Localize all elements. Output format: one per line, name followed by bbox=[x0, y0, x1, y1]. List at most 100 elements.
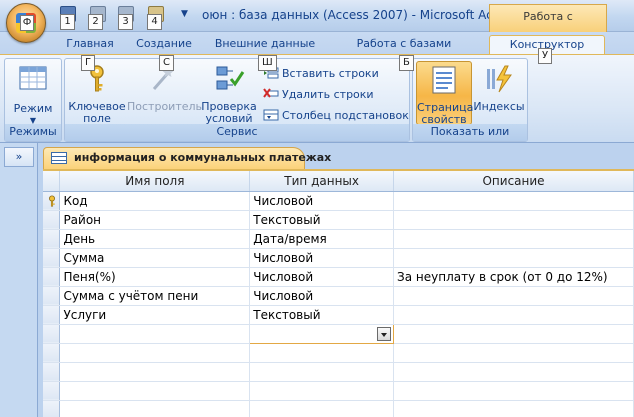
data-type-cell[interactable] bbox=[249, 381, 395, 401]
group-service-label: Сервис bbox=[65, 124, 409, 141]
data-type-cell[interactable] bbox=[249, 323, 395, 344]
data-type-cell[interactable]: Числовой bbox=[249, 267, 395, 287]
insert-rows-button[interactable]: Вставить строки bbox=[263, 65, 379, 83]
description-cell[interactable] bbox=[393, 400, 634, 417]
column-header-data-type[interactable]: Тип данных bbox=[249, 171, 395, 192]
primary-key-button[interactable]: Ключевое поле bbox=[67, 61, 127, 125]
office-button[interactable]: Ф bbox=[6, 3, 46, 43]
validation-rules-icon bbox=[213, 63, 245, 95]
group-service: Ключевое поле Г Построитель С Проверка у… bbox=[64, 55, 410, 142]
table-row[interactable] bbox=[43, 362, 634, 382]
field-name-cell[interactable]: Код bbox=[59, 191, 251, 211]
data-type-cell[interactable] bbox=[249, 362, 395, 382]
tab-external-data[interactable]: Внешние данные bbox=[213, 35, 317, 54]
lookup-column-icon bbox=[263, 108, 279, 122]
field-name-cell[interactable]: Район bbox=[59, 210, 251, 230]
field-name-cell[interactable]: День bbox=[59, 229, 251, 249]
table-row[interactable] bbox=[43, 323, 634, 344]
description-cell[interactable] bbox=[393, 324, 634, 344]
delete-rows-button[interactable]: Удалить строки bbox=[263, 86, 374, 104]
column-header-field-name[interactable]: Имя поля bbox=[59, 171, 251, 192]
field-name-cell[interactable]: Сумма bbox=[59, 248, 251, 268]
row-selector[interactable] bbox=[43, 400, 61, 417]
description-cell[interactable] bbox=[393, 286, 634, 306]
table-row[interactable]: Сумма с учётом пени Числовой bbox=[43, 286, 634, 306]
data-type-cell[interactable]: Текстовый bbox=[249, 305, 395, 325]
description-cell[interactable] bbox=[393, 248, 634, 268]
description-cell[interactable] bbox=[393, 305, 634, 325]
data-type-cell[interactable] bbox=[249, 343, 395, 363]
view-button[interactable]: Режим ▼ bbox=[7, 61, 59, 125]
property-sheet-button[interactable]: Страница свойств bbox=[416, 61, 473, 126]
context-tab-header: Работа с таблицами bbox=[489, 4, 607, 47]
row-selector[interactable] bbox=[43, 324, 61, 344]
field-name-cell[interactable] bbox=[59, 324, 251, 344]
row-selector[interactable] bbox=[43, 248, 61, 268]
field-name-cell[interactable] bbox=[59, 381, 251, 401]
keytip-office: Ф bbox=[20, 15, 34, 31]
qat-dropdown-icon[interactable]: ▼ bbox=[181, 9, 188, 19]
view-button-label: Режим bbox=[13, 102, 53, 115]
data-type-cell[interactable] bbox=[249, 400, 395, 417]
data-type-dropdown-button[interactable] bbox=[377, 326, 392, 341]
row-selector[interactable] bbox=[43, 381, 61, 401]
table-row[interactable]: Пеня(%) Числовой За неуплату в срок (от 0 … bbox=[43, 267, 634, 287]
field-table: Имя поля Тип данных Описание Код Числовой… bbox=[43, 171, 634, 417]
row-selector[interactable] bbox=[43, 305, 61, 325]
field-name-cell[interactable] bbox=[59, 343, 251, 363]
field-name-cell[interactable]: Сумма с учётом пени bbox=[59, 286, 251, 306]
row-selector[interactable] bbox=[43, 191, 61, 211]
tab-home[interactable]: Главная bbox=[64, 35, 116, 54]
table-row[interactable] bbox=[43, 381, 634, 401]
table-design-grid: Имя поля Тип данных Описание Код Числовой… bbox=[43, 169, 634, 417]
lookup-column-label: Столбец подстановок bbox=[282, 109, 409, 122]
window-title: оюн : база данных (Access 2007) - Micros… bbox=[202, 8, 511, 22]
nav-pane-toggle-button[interactable]: » bbox=[4, 147, 34, 167]
row-selector[interactable] bbox=[43, 286, 61, 306]
test-validation-button[interactable]: Проверка условий bbox=[199, 61, 259, 125]
table-row[interactable]: Услуги Текстовый bbox=[43, 305, 634, 325]
document-tab[interactable]: информация о коммунальных платежах bbox=[43, 147, 331, 169]
group-show-hide-label: Показать или скрыть bbox=[413, 124, 527, 154]
data-type-cell[interactable]: Числовой bbox=[249, 248, 395, 268]
row-selector[interactable] bbox=[43, 229, 61, 249]
keytip-primary-key: Г bbox=[81, 55, 96, 71]
navigation-pane: » bbox=[0, 143, 38, 417]
description-cell[interactable] bbox=[393, 362, 634, 382]
group-views-label: Режимы bbox=[5, 124, 61, 141]
table-row[interactable]: Район Текстовый bbox=[43, 210, 634, 230]
description-cell[interactable] bbox=[393, 229, 634, 249]
description-cell[interactable] bbox=[393, 381, 634, 401]
field-name-cell[interactable] bbox=[59, 400, 251, 417]
tab-database-tools[interactable]: Работа с базами данных bbox=[334, 35, 474, 68]
description-cell[interactable] bbox=[393, 210, 634, 230]
description-cell[interactable] bbox=[393, 343, 634, 363]
table-row[interactable]: День Дата/время bbox=[43, 229, 634, 249]
field-name-cell[interactable] bbox=[59, 362, 251, 382]
ribbon-tabs: Главная Создание Внешние данные Работа с… bbox=[0, 32, 634, 68]
table-row[interactable] bbox=[43, 343, 634, 363]
table-row[interactable]: Сумма Числовой bbox=[43, 248, 634, 268]
data-type-cell[interactable]: Текстовый bbox=[249, 210, 395, 230]
description-cell[interactable] bbox=[393, 191, 634, 211]
data-type-cell[interactable]: Числовой bbox=[249, 191, 395, 211]
description-cell[interactable]: За неуплату в срок (от 0 до 12%) bbox=[393, 267, 634, 287]
tab-create[interactable]: Создание bbox=[134, 35, 194, 54]
row-selector[interactable] bbox=[43, 267, 61, 287]
keytip-builder: С bbox=[159, 55, 174, 71]
table-row[interactable]: Код Числовой bbox=[43, 191, 634, 211]
indexes-button[interactable]: Индексы bbox=[473, 61, 525, 125]
data-type-cell[interactable]: Числовой bbox=[249, 286, 395, 306]
field-name-cell[interactable]: Услуги bbox=[59, 305, 251, 325]
field-name-cell[interactable]: Пеня(%) bbox=[59, 267, 251, 287]
keytip-indexes: У bbox=[538, 48, 553, 64]
row-selector[interactable] bbox=[43, 343, 61, 363]
data-type-cell[interactable]: Дата/время bbox=[249, 229, 395, 249]
column-header-description[interactable]: Описание bbox=[393, 171, 634, 192]
row-selector-header bbox=[43, 171, 61, 192]
lookup-column-button[interactable]: Столбец подстановок bbox=[263, 107, 409, 125]
keytip-qat-3: 3 bbox=[118, 14, 133, 30]
table-row[interactable] bbox=[43, 400, 634, 417]
row-selector[interactable] bbox=[43, 210, 61, 230]
row-selector[interactable] bbox=[43, 362, 61, 382]
